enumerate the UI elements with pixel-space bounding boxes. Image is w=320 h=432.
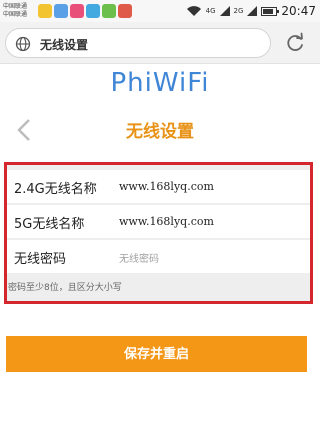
carrier-label-2: 中国联通 xyxy=(3,11,28,18)
status-bar: 中国联通 中国联通 4G 2G 20:47 xyxy=(0,0,320,22)
signal-icon xyxy=(219,6,230,16)
page-title: 无线设置 xyxy=(126,122,194,142)
brand-logo: PhiWiFi xyxy=(110,68,210,98)
carrier-label-1: 中国联通 xyxy=(3,3,28,10)
password-label: 无线密码 xyxy=(14,252,67,267)
url-field[interactable]: 无线设置 xyxy=(5,28,271,58)
wireless-settings-form: 2.4G无线名称 www.168lyq.com 5G无线名称 www.168ly… xyxy=(4,162,313,304)
network-type-2: 2G xyxy=(233,6,244,15)
password-input[interactable]: 无线密码 xyxy=(119,250,159,265)
wifi-icon xyxy=(186,6,201,16)
ssid-5g-row: 5G无线名称 www.168lyq.com xyxy=(7,205,310,238)
save-and-restart-button[interactable]: 保存并重启 xyxy=(6,336,307,372)
notification-app-icon xyxy=(70,4,84,18)
password-row: 无线密码 无线密码 xyxy=(7,240,310,273)
ssid-5g-label: 5G无线名称 xyxy=(14,217,85,232)
browser-address-bar: 无线设置 xyxy=(0,22,320,64)
battery-icon xyxy=(261,6,280,16)
notification-app-icon xyxy=(54,4,68,18)
notification-app-icon xyxy=(38,4,52,18)
clock: 20:47 xyxy=(281,4,316,18)
ssid-5g-input[interactable]: www.168lyq.com xyxy=(119,215,214,228)
ssid-24g-row: 2.4G无线名称 www.168lyq.com xyxy=(7,170,310,203)
notification-icons xyxy=(38,4,132,18)
ssid-24g-label: 2.4G无线名称 xyxy=(14,182,97,197)
notification-app-icon xyxy=(118,4,132,18)
notification-app-icon xyxy=(86,4,100,18)
refresh-icon[interactable] xyxy=(284,32,306,54)
notification-app-icon xyxy=(102,4,116,18)
url-text: 无线设置 xyxy=(40,38,89,52)
status-right: 4G 2G 20:47 xyxy=(186,2,316,20)
globe-icon xyxy=(15,36,31,52)
signal-icon xyxy=(247,6,258,16)
network-type-1: 4G xyxy=(205,6,216,15)
ssid-24g-input[interactable]: www.168lyq.com xyxy=(119,180,214,193)
password-hint: 密码至少8位，且区分大小写 xyxy=(8,283,122,293)
